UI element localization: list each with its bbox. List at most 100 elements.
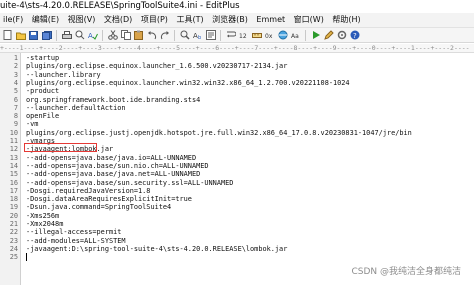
line-text: -Xmx2048m bbox=[26, 220, 64, 228]
line-text: -product bbox=[26, 87, 60, 96]
editor-line[interactable]: 7 --launcher.defaultAction bbox=[0, 104, 474, 112]
ruler-icon[interactable] bbox=[251, 30, 262, 41]
editor-line[interactable]: 21 -Xmx2048m bbox=[0, 220, 474, 228]
line-text: -Dosgi.dataAreaRequiresExplicitInit=true bbox=[26, 195, 192, 204]
edit-icon[interactable] bbox=[323, 30, 334, 41]
line-number: 24 bbox=[9, 244, 18, 253]
save-icon[interactable] bbox=[28, 30, 39, 41]
menu-tools[interactable]: 工具(T) bbox=[173, 13, 206, 27]
browser-icon[interactable] bbox=[277, 30, 288, 41]
svg-text:b: b bbox=[198, 35, 201, 40]
line-text: openFile bbox=[26, 112, 60, 121]
editor-line[interactable]: 10 plugins/org.eclipse.justj.openjdk.hots… bbox=[0, 129, 474, 137]
toolbar-separator bbox=[174, 29, 175, 41]
editor-line[interactable]: 18 -Dosgi.dataAreaRequiresExplicitInit=tr… bbox=[0, 195, 474, 203]
editor-line[interactable]: 13 --add-opens=java.base/java.io=ALL-UNNA… bbox=[0, 154, 474, 162]
save-all-icon[interactable] bbox=[41, 30, 52, 41]
open-icon[interactable] bbox=[15, 30, 26, 41]
line-number: 3 bbox=[13, 70, 18, 79]
editor-line[interactable]: 25 bbox=[0, 253, 474, 261]
editor-line[interactable]: 4 plugins/org.eclipse.equinox.launcher.wi… bbox=[0, 79, 474, 87]
line-number: 2 bbox=[13, 62, 18, 71]
print-icon[interactable] bbox=[61, 30, 72, 41]
editor-line[interactable]: 9 -vm bbox=[0, 120, 474, 128]
line-text: plugins/org.eclipse.equinox.launcher_1.6… bbox=[26, 62, 288, 71]
line-number: 17 bbox=[9, 186, 18, 195]
editor-line[interactable]: 20 -Xms256m bbox=[0, 212, 474, 220]
wordwrap-icon[interactable] bbox=[225, 30, 236, 41]
editor-line[interactable]: 3 --launcher.library bbox=[0, 71, 474, 79]
menu-document[interactable]: 文档(D) bbox=[101, 13, 135, 27]
editor-line[interactable]: 2 plugins/org.eclipse.equinox.launcher_1.… bbox=[0, 62, 474, 70]
line-number: 15 bbox=[9, 170, 18, 179]
undo-icon[interactable] bbox=[146, 30, 157, 41]
line-number: 14 bbox=[9, 161, 18, 170]
line-number: 13 bbox=[9, 153, 18, 162]
toolbar-separator bbox=[220, 29, 221, 41]
svg-text:?: ? bbox=[353, 32, 357, 40]
line-text: -startup bbox=[26, 54, 60, 62]
hex-icon[interactable]: 0x bbox=[264, 30, 275, 41]
replace-icon[interactable]: Ab bbox=[192, 30, 203, 41]
menu-project[interactable]: 项目(P) bbox=[138, 13, 171, 27]
paste-icon[interactable] bbox=[133, 30, 144, 41]
line-text: --add-opens=java.base/sun.nio.ch=ALL-UNN… bbox=[26, 161, 209, 170]
editor-line[interactable]: 5 -product bbox=[0, 87, 474, 95]
copy-icon[interactable] bbox=[120, 30, 131, 41]
menu-file[interactable]: ile(F) bbox=[0, 13, 26, 27]
line-number: 10 bbox=[9, 128, 18, 137]
case-icon[interactable]: Aa bbox=[290, 30, 301, 41]
line-number: 20 bbox=[9, 211, 18, 220]
menu-bar: ile(F) 编辑(E) 视图(V) 文档(D) 项目(P) 工具(T) 浏览器… bbox=[0, 13, 474, 28]
line-text: --add-opens=java.base/sun.security.ssl=A… bbox=[26, 178, 234, 187]
menu-view[interactable]: 视图(V) bbox=[65, 13, 99, 27]
new-icon[interactable] bbox=[2, 30, 13, 41]
editor-line[interactable]: 22 --illegal-access=permit bbox=[0, 228, 474, 236]
line-number: 8 bbox=[13, 112, 18, 121]
menu-help[interactable]: 帮助(H) bbox=[329, 13, 363, 27]
editor-line[interactable]: 14 --add-opens=java.base/sun.nio.ch=ALL-U… bbox=[0, 162, 474, 170]
editor-line[interactable]: 24 -javaagent:D:\spring-tool-suite-4\sts-… bbox=[0, 245, 474, 253]
line-text: -vm bbox=[26, 120, 39, 129]
help-icon[interactable]: ? bbox=[349, 30, 360, 41]
redo-icon[interactable] bbox=[159, 30, 170, 41]
run-icon[interactable] bbox=[310, 30, 321, 41]
svg-text:0x: 0x bbox=[265, 33, 273, 40]
editor-line[interactable]: 6 org.springframework.boot.ide.branding.s… bbox=[0, 96, 474, 104]
find-icon[interactable] bbox=[179, 30, 190, 41]
preview-icon[interactable] bbox=[74, 30, 85, 41]
menu-edit[interactable]: 编辑(E) bbox=[29, 13, 62, 27]
lombok-line-highlight bbox=[24, 143, 97, 153]
editor-line[interactable]: 23 --add-modules=ALL-SYSTEM bbox=[0, 237, 474, 245]
window-title: uite-4\sts-4.20.0.RELEASE\SpringToolSuit… bbox=[0, 1, 240, 11]
editor-line[interactable]: 17 -Dosgi.requiredJavaVersion=1.8 bbox=[0, 187, 474, 195]
line-text: --add-opens=java.base/java.net=ALL-UNNAM… bbox=[26, 170, 201, 179]
editor-line[interactable]: 1 -startup bbox=[0, 54, 474, 62]
spell-icon[interactable]: A bbox=[87, 30, 98, 41]
editor-line[interactable]: 16 --add-opens=java.base/sun.security.ssl… bbox=[0, 179, 474, 187]
toolbar-separator bbox=[102, 29, 103, 41]
toolbar: A Ab 12 0x Aa ? bbox=[0, 28, 474, 43]
editor-line[interactable]: 8 openFile bbox=[0, 112, 474, 120]
line-number: 18 bbox=[9, 195, 18, 204]
tool-icon[interactable] bbox=[336, 30, 347, 41]
menu-window[interactable]: 窗口(W) bbox=[291, 13, 327, 27]
editor-line[interactable]: 19 -Dsun.java.command=SpringToolSuite4 bbox=[0, 203, 474, 211]
line-number: 19 bbox=[9, 203, 18, 212]
line-text: -Dsun.java.command=SpringToolSuite4 bbox=[26, 203, 172, 212]
line-number: 5 bbox=[13, 87, 18, 96]
csdn-watermark: CSDN @我纯洁全身都纯洁 bbox=[351, 267, 461, 277]
line-number: 23 bbox=[9, 236, 18, 245]
text-editor[interactable]: 1 -startup 2 plugins/org.eclipse.equinox.la… bbox=[0, 53, 474, 285]
ftp-icon[interactable] bbox=[205, 30, 216, 41]
line-text: --add-opens=java.base/java.io=ALL-UNNAME… bbox=[26, 153, 197, 162]
cut-icon[interactable] bbox=[107, 30, 118, 41]
linenum-icon[interactable]: 12 bbox=[238, 30, 249, 41]
line-number: 7 bbox=[13, 103, 18, 112]
line-number: 25 bbox=[9, 253, 18, 262]
toolbar-separator bbox=[56, 29, 57, 41]
menu-browser[interactable]: 浏览器(B) bbox=[209, 13, 251, 27]
line-text: -javaagent:D:\spring-tool-suite-4\sts-4.… bbox=[26, 244, 288, 253]
editor-line[interactable]: 15 --add-opens=java.base/java.net=ALL-UNN… bbox=[0, 170, 474, 178]
menu-emmet[interactable]: Emmet bbox=[253, 13, 288, 27]
